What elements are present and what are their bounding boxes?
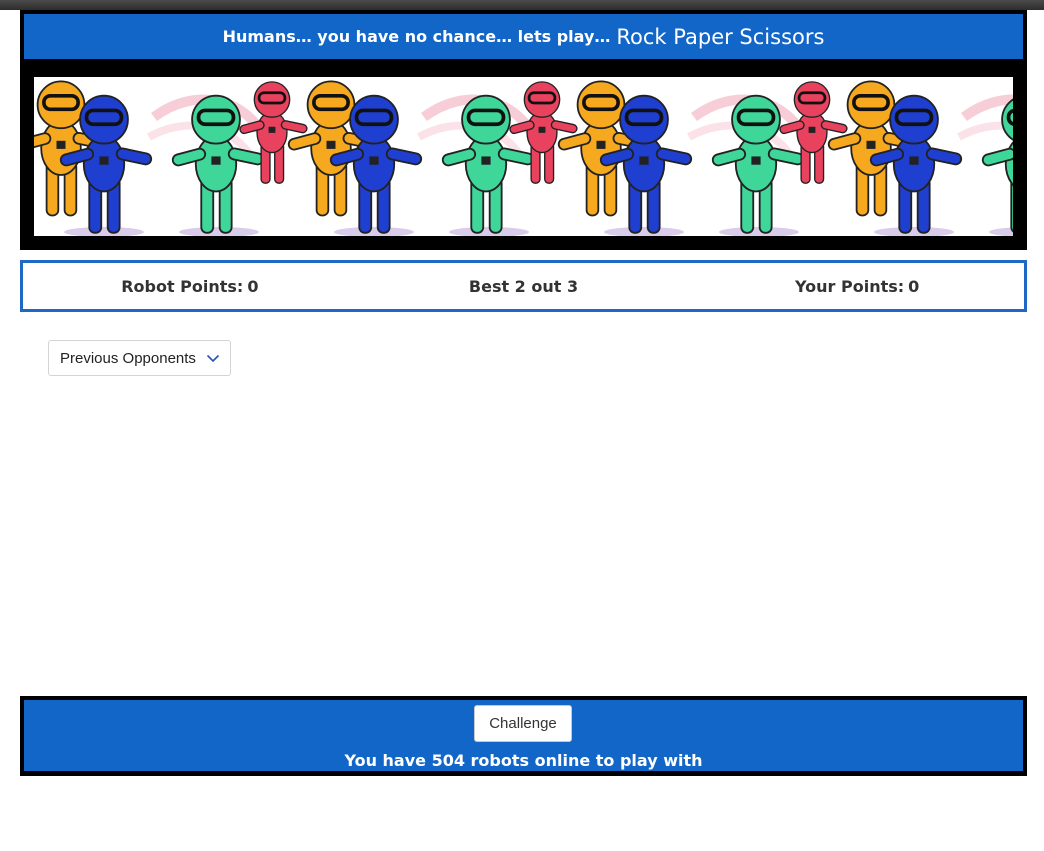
previous-opponents-dropdown[interactable]: Previous Opponents [48, 340, 231, 376]
scoreboard: Robot Points: 0 Best 2 out 3 Your Points:… [20, 260, 1027, 312]
your-points: Your Points: 0 [690, 277, 1024, 296]
robot-points: Robot Points: 0 [23, 277, 357, 296]
robots-banner-image [34, 77, 1013, 236]
robots-illustration [34, 80, 1013, 236]
match-mode: Best 2 out 3 [468, 276, 579, 296]
robots-online-text: You have 504 robots online to play with [344, 751, 703, 770]
footer-panel: Challenge You have 504 robots online to … [24, 700, 1023, 771]
footer-frame: Challenge You have 504 robots online to … [20, 696, 1027, 776]
robot-group [827, 80, 1013, 236]
your-points-value: 0 [908, 276, 920, 296]
browser-top-strip [0, 0, 1044, 10]
title-bar: Humans… you have no chance… lets play… R… [24, 14, 1023, 59]
previous-opponents-label: Previous Opponents [60, 349, 196, 367]
title-subtitle: Humans… you have no chance… lets play… [222, 27, 611, 46]
robot-points-label: Robot Points: [121, 276, 244, 296]
page-title: Rock Paper Scissors [616, 24, 825, 49]
robot-group [557, 80, 848, 236]
robot-group [34, 80, 308, 236]
chevron-down-icon [206, 354, 220, 363]
header-frame: Humans… you have no chance… lets play… R… [20, 10, 1027, 250]
pink-robot [509, 81, 578, 184]
pink-robot [779, 81, 848, 184]
green-robot [981, 98, 1013, 233]
robot-group [287, 80, 578, 236]
robot-points-value: 0 [247, 276, 259, 296]
challenge-button[interactable]: Challenge [474, 705, 572, 742]
pink-robot [239, 81, 308, 184]
your-points-label: Your Points: [795, 276, 905, 296]
